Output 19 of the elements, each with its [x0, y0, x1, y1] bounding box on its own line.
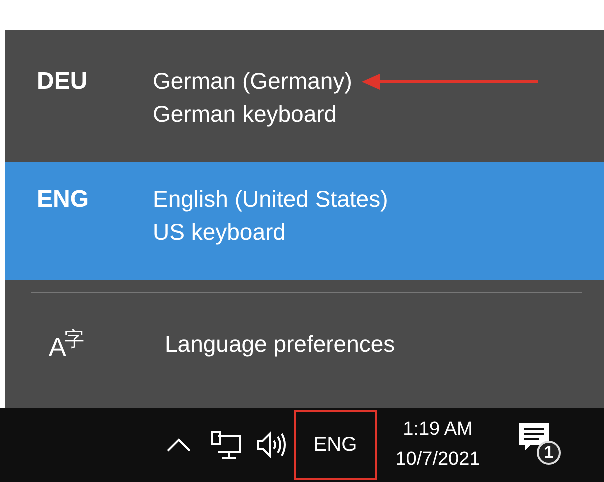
clock[interactable]: 1:19 AM 10/7/2021 — [385, 419, 491, 471]
language-preferences-label: Language preferences — [165, 331, 396, 358]
notification-badge: 1 — [537, 441, 561, 465]
network-icon[interactable] — [210, 430, 242, 460]
keyboard-layout: German keyboard — [153, 101, 338, 128]
language-name: English (United States) — [153, 186, 388, 213]
language-code: ENG — [36, 186, 90, 215]
clock-date: 10/7/2021 — [396, 449, 480, 471]
input-language-button[interactable]: ENG — [294, 410, 377, 480]
keyboard-layout: US keyboard — [153, 219, 287, 246]
language-preferences-link[interactable]: A$^{字}$ Language preferences — [5, 293, 604, 396]
volume-icon[interactable] — [256, 431, 288, 459]
language-item[interactable]: DEU German (Germany) German keyboard — [5, 44, 604, 162]
notification-button[interactable]: 1 — [517, 421, 567, 469]
language-name: German (Germany) — [153, 68, 352, 95]
clock-time: 1:19 AM — [403, 419, 473, 441]
language-code: DEU — [36, 68, 89, 97]
language-icon: A$^{字}$ — [5, 330, 165, 360]
chevron-up-icon[interactable] — [166, 437, 192, 453]
